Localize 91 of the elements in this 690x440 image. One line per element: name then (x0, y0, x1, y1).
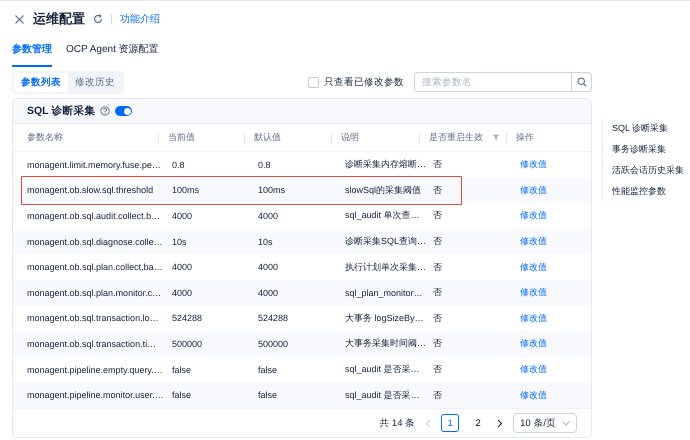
table-cell: 否 (433, 235, 442, 248)
table-cell: 否 (433, 337, 442, 350)
column-header: 说明 (341, 131, 359, 144)
table-cell: 诊断采集内存熔断… (345, 158, 426, 172)
table-cell: 4000 (172, 210, 192, 221)
table-cell: 100ms (172, 185, 200, 196)
close-icon[interactable] (14, 14, 25, 24)
help-icon[interactable] (100, 106, 110, 116)
tab[interactable]: OCP Agent 资源配置 (66, 42, 159, 67)
table-cell: 4000 (172, 262, 192, 272)
anchor-link[interactable]: 活跃会话历史采集 (612, 164, 684, 177)
table-cell: monagent.ob.sql.plan.monitor.c… (27, 288, 162, 298)
checkbox[interactable] (308, 76, 319, 88)
column-header: 参数名称 (27, 131, 63, 144)
search-button[interactable] (572, 72, 592, 92)
caret-icon (562, 420, 570, 426)
table-cell: 否 (433, 286, 442, 300)
table-cell: 否 (433, 260, 442, 274)
segment-tab[interactable]: 修改历史 (68, 72, 122, 92)
table-cell: 4000 (172, 288, 192, 298)
table-cell: 524288 (258, 313, 288, 324)
table-cell: monagent.ob.sql.plan.collect.ba… (27, 262, 163, 272)
table-cell: 10s (172, 236, 187, 247)
anchor-link[interactable]: 事务诊断采集 (612, 143, 684, 156)
table-cell: sql_audit 是否采… (345, 363, 420, 376)
edit-value-link[interactable]: 修改值 (520, 184, 547, 197)
table-cell: 大事务 logSizeBy… (345, 312, 424, 325)
page-title: 运维配置 (33, 10, 85, 28)
table-cell: 大事务采集时间阈… (345, 337, 426, 350)
table-cell: 100ms (258, 185, 286, 196)
table-cell: 4000 (258, 210, 278, 221)
next-page-icon[interactable] (497, 418, 504, 428)
table-cell: 诊断采集SQL查询… (345, 235, 426, 248)
table-cell: monagent.ob.sql.diagnose.colle… (27, 236, 163, 247)
table-cell: 否 (433, 312, 442, 325)
table-cell: 0.8 (172, 160, 185, 170)
table-cell: false (258, 390, 278, 400)
total-count: 共 14 条 (379, 416, 416, 430)
anchor-link[interactable]: 性能监控参数 (612, 185, 684, 198)
refresh-icon[interactable] (93, 14, 103, 24)
edit-value-link[interactable]: 修改值 (520, 286, 547, 300)
table-cell: monagent.pipeline.monitor.user.… (27, 390, 164, 400)
edit-value-link[interactable]: 修改值 (520, 158, 547, 172)
table-cell: 否 (433, 209, 442, 222)
table-cell: slowSql的采集阈值 (345, 184, 422, 197)
feature-intro-link[interactable]: 功能介绍 (120, 12, 160, 26)
table-cell: 524288 (172, 313, 202, 324)
table-cell: 否 (433, 184, 442, 197)
table-cell: 4000 (258, 288, 278, 298)
section-title: SQL 诊断采集 (27, 104, 96, 118)
column-header: 默认值 (254, 131, 281, 144)
table-cell: sql_audit 单次查… (345, 209, 420, 222)
page-size-select[interactable]: 10 条/页 (513, 413, 577, 434)
column-header: 操作 (516, 131, 534, 144)
table-cell: monagent.ob.sql.transaction.ti… (27, 338, 156, 349)
table-cell: 10s (258, 236, 273, 247)
page-button[interactable]: 1 (441, 414, 460, 432)
table-cell: monagent.ob.sql.transaction.lo… (27, 313, 159, 324)
table-cell: sql_plan_monitor… (345, 288, 423, 298)
table-cell: 执行计划单次采集… (345, 260, 426, 274)
table-cell: monagent.pipeline.empty.query.… (27, 364, 163, 375)
table-cell: 0.8 (258, 160, 271, 170)
edit-value-link[interactable]: 修改值 (520, 337, 547, 350)
anchor-link[interactable]: SQL 诊断采集 (612, 122, 684, 135)
edit-value-link[interactable]: 修改值 (520, 363, 547, 376)
table-cell: 4000 (258, 262, 278, 272)
table-cell: false (172, 390, 192, 400)
edit-value-link[interactable]: 修改值 (520, 235, 547, 248)
edit-value-link[interactable]: 修改值 (520, 260, 547, 274)
table-cell: false (258, 364, 278, 375)
table-cell: monagent.limit.memory.fuse.pe… (27, 160, 161, 170)
edit-value-link[interactable]: 修改值 (520, 388, 547, 402)
table-cell: 否 (433, 363, 442, 376)
search-field[interactable]: 搜索参数名 (414, 72, 572, 92)
table-cell: monagent.ob.sql.audit.collect.b… (27, 210, 160, 221)
table-cell: 500000 (172, 338, 202, 349)
table-cell: 500000 (258, 338, 288, 349)
table-cell: monagent.ob.slow.sql.threshold (27, 185, 154, 196)
table-cell: 否 (433, 158, 442, 172)
tab[interactable]: 参数管理 (12, 42, 52, 67)
table-cell: 否 (433, 388, 442, 402)
column-header: 是否重启生效 (429, 131, 483, 144)
segment-tab[interactable]: 参数列表 (14, 72, 68, 92)
checkbox-label: 只查看已修改参数 (324, 76, 404, 88)
edit-value-link[interactable]: 修改值 (520, 209, 547, 222)
table-cell: sql_audit 是否采… (345, 388, 420, 402)
toggle-switch[interactable] (115, 106, 132, 116)
edit-value-link[interactable]: 修改值 (520, 312, 547, 325)
column-header: 当前值 (168, 131, 195, 144)
table-cell: false (172, 364, 192, 375)
search-icon (576, 77, 586, 87)
